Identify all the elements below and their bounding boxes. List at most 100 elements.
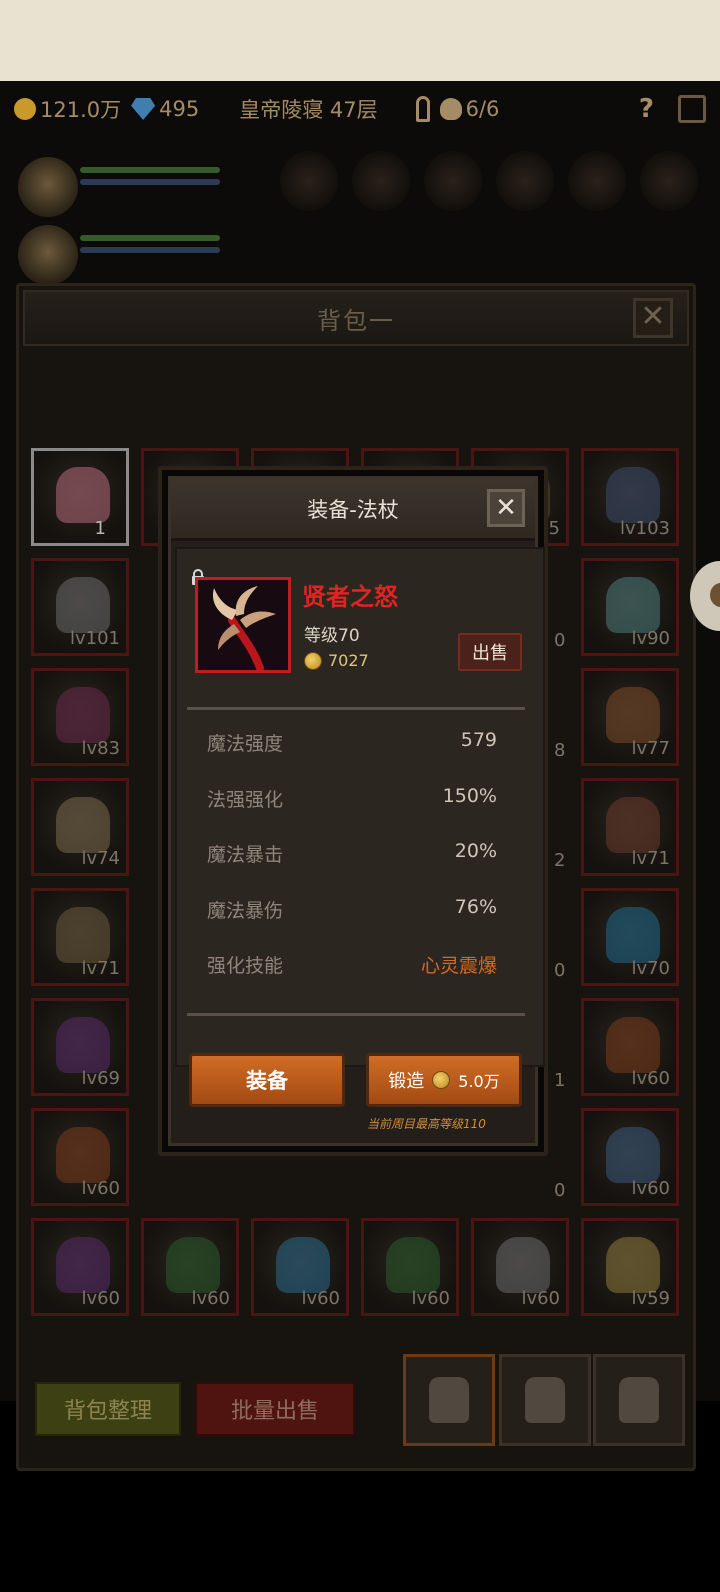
stat-label: 法强强化: [207, 788, 284, 811]
equipment-slot[interactable]: [280, 151, 338, 211]
stat-label: 魔法强度: [207, 733, 284, 755]
party-panel: [0, 139, 720, 285]
skill-value[interactable]: 心灵震爆: [421, 951, 497, 978]
dialog-close-button[interactable]: ✕: [487, 489, 525, 527]
equipment-slot[interactable]: [352, 151, 410, 211]
inventory-slot[interactable]: lv103: [581, 448, 679, 546]
game-screen: 121.0万 495 皇帝陵寝 47层 6/6 ? 背包一 ✕ 1 lv103 …: [0, 0, 720, 1592]
hero-portrait[interactable]: [18, 157, 78, 217]
inventory-slot[interactable]: lv71: [31, 888, 129, 986]
item-level: 等级70: [304, 626, 360, 646]
stat-row: 魔法暴击 20%: [207, 840, 497, 867]
inventory-slot[interactable]: lv60: [361, 1218, 459, 1316]
slot-level-label: lv69: [81, 1068, 120, 1089]
sort-bag-button[interactable]: 背包整理: [35, 1382, 181, 1436]
purple-orb-icon: [56, 1017, 110, 1073]
trident-icon: [56, 1127, 110, 1183]
slot-level-label: lv101: [69, 628, 120, 649]
gold-coin-icon: [304, 651, 322, 670]
hero-health-bar: [80, 167, 220, 173]
dialog-header: 装备-法杖 ✕: [171, 479, 535, 541]
party-count: 6/6: [465, 97, 500, 121]
gold-amount: 121.0万: [40, 98, 122, 122]
slot-level-label: lv60: [411, 1288, 450, 1309]
max-level-note: 当前周目最高等级110: [367, 1117, 486, 1131]
sword-icon: [56, 797, 110, 853]
cake-icon: [56, 467, 110, 523]
slot-level-label: lv71: [81, 958, 120, 979]
equipment-slot[interactable]: [640, 151, 698, 211]
inventory-slot[interactable]: lv69: [31, 998, 129, 1096]
ring-icon: [606, 467, 660, 523]
boot-icon: [56, 687, 110, 743]
gold-coin-icon: [14, 98, 36, 120]
inventory-slot[interactable]: lv101: [31, 558, 129, 656]
inventory-slot[interactable]: lv74: [31, 778, 129, 876]
stat-row: 强化技能 心灵震爆: [207, 951, 497, 978]
inventory-title: 背包一: [317, 306, 395, 335]
bulk-sell-button[interactable]: 批量出售: [195, 1382, 355, 1436]
bag-page-tab-2[interactable]: [499, 1354, 591, 1446]
key-icon[interactable]: [415, 96, 430, 122]
dialog-body: 装备-法杖 ✕ 贤者之怒 等级70 7027 出售 魔法强度 579 法强强化 …: [168, 476, 545, 1146]
party-count-display: 6/6: [439, 97, 500, 121]
stat-value: 20%: [454, 840, 497, 862]
dialog-title: 装备-法杖: [307, 497, 399, 522]
spear-icon: [276, 1237, 330, 1293]
bag-icon: [429, 1377, 469, 1423]
inventory-slot[interactable]: lv60: [251, 1218, 349, 1316]
dungeon-level[interactable]: 皇帝陵寝 47层: [239, 94, 377, 124]
green-orb-icon: [166, 1237, 220, 1293]
help-icon[interactable]: ?: [639, 94, 654, 124]
gem-icon: [131, 98, 156, 120]
hero-mana-bar: [80, 179, 220, 185]
slot-level-label: 1: [94, 518, 106, 539]
status-bar: [0, 0, 720, 81]
stat-label: 魔法暴伤: [207, 899, 284, 922]
slot-level-label: lv60: [81, 1288, 120, 1309]
stat-value: 76%: [454, 895, 497, 918]
item-price: 7027: [304, 651, 369, 670]
green-gauntlet-icon: [386, 1237, 440, 1293]
axe-icon: [606, 577, 660, 633]
hero-health-bar: [80, 235, 220, 241]
forge-label: 锻造: [388, 1071, 425, 1092]
item-price-value: 7027: [328, 651, 369, 670]
bag-icon: [525, 1377, 565, 1423]
inventory-slot[interactable]: lv60: [31, 1108, 129, 1206]
inventory-slot[interactable]: lv60: [31, 1218, 129, 1316]
inventory-header: 背包一 ✕: [23, 290, 689, 346]
hud-bar: 121.0万 495 皇帝陵寝 47层 6/6 ?: [0, 81, 720, 137]
stat-value: 150%: [442, 784, 497, 807]
gold-coin-icon: [432, 1071, 451, 1089]
item-info-panel: 贤者之怒 等级70 7027 出售 魔法强度 579 法强强化 150% 魔法暴击 20%…: [175, 547, 545, 1067]
forge-cost: 5.0万: [458, 1072, 500, 1091]
slot-level-label: lv60: [191, 1288, 230, 1309]
menu-icon[interactable]: [678, 95, 706, 123]
inventory-slot[interactable]: 1: [31, 448, 129, 546]
hero-portrait[interactable]: [18, 225, 78, 285]
item-name: 贤者之怒: [302, 583, 398, 611]
equip-button[interactable]: 装备: [189, 1053, 345, 1107]
divider: [187, 1013, 525, 1016]
stat-label: 魔法暴击: [207, 844, 284, 866]
inventory-close-button[interactable]: ✕: [633, 298, 673, 338]
bag-icon: [619, 1377, 659, 1423]
slot-level-label: lv74: [81, 848, 120, 869]
sell-button[interactable]: 出售: [458, 633, 522, 671]
equipment-slot[interactable]: [496, 151, 554, 211]
gem-amount: 495: [159, 97, 200, 121]
equipment-slot[interactable]: [568, 151, 626, 211]
glove-icon: [56, 577, 110, 633]
stat-row: 法强强化 150%: [207, 785, 497, 812]
inventory-slot[interactable]: lv83: [31, 668, 129, 766]
slot-level-label: lv60: [81, 1178, 120, 1199]
bag-page-tab-3[interactable]: [593, 1354, 685, 1446]
forge-button[interactable]: 锻造 5.0万: [366, 1053, 522, 1107]
armor-icon: [496, 1237, 550, 1293]
inventory-slot[interactable]: lv60: [141, 1218, 239, 1316]
bag-page-tab-1[interactable]: [403, 1354, 495, 1446]
skull-icon: [439, 98, 462, 120]
stat-row: 魔法强度 579: [207, 729, 497, 756]
equipment-slot[interactable]: [424, 151, 482, 211]
